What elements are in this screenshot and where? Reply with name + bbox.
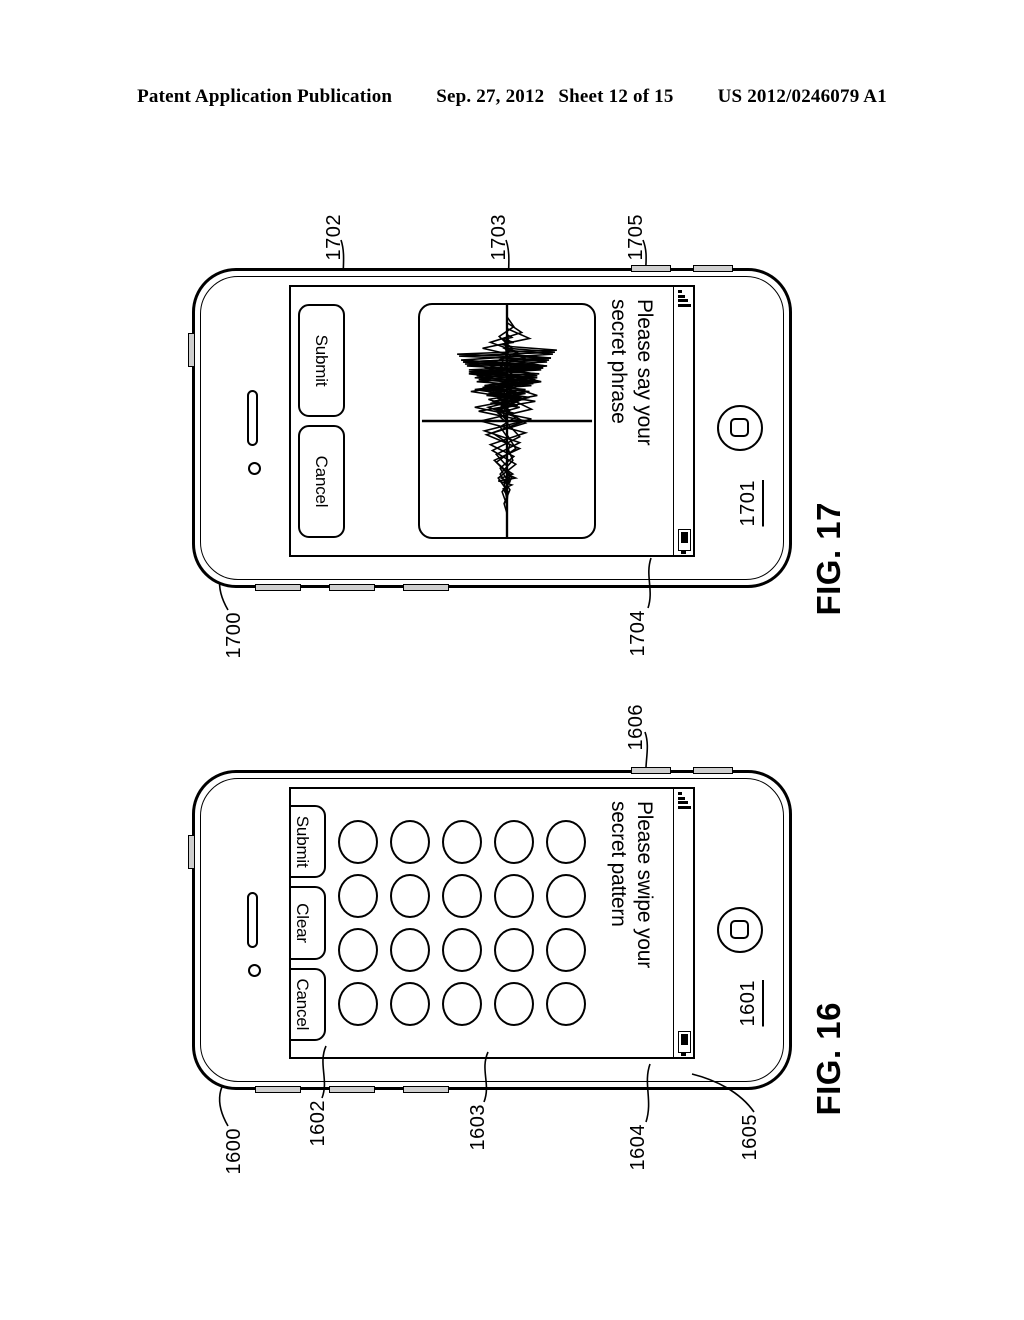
audio-waveform-icon bbox=[421, 305, 592, 537]
pattern-dot[interactable] bbox=[337, 874, 378, 918]
pattern-dot[interactable] bbox=[493, 820, 534, 864]
ref-numeral-1604: 1604 bbox=[627, 1124, 649, 1171]
earpiece-speaker-icon bbox=[247, 892, 258, 948]
pattern-dot[interactable] bbox=[545, 874, 586, 918]
pattern-dot[interactable] bbox=[441, 874, 482, 918]
figure-caption-16: FIG. 16 bbox=[810, 1002, 847, 1116]
phone-screen-1601: Please swipe your secret pattern Submit … bbox=[289, 787, 695, 1059]
ref-numeral-1606: 1606 bbox=[625, 704, 647, 751]
battery-icon bbox=[678, 1031, 691, 1053]
publication-header: Patent Application Publication Sep. 27, … bbox=[0, 86, 1024, 108]
battery-icon bbox=[678, 529, 691, 551]
pattern-dot[interactable] bbox=[389, 874, 430, 918]
ref-numeral-1603: 1603 bbox=[467, 1104, 489, 1151]
screen-body: Submit Cancel bbox=[291, 287, 600, 555]
volume-button[interactable] bbox=[188, 835, 195, 869]
home-button[interactable] bbox=[717, 405, 763, 451]
ref-numeral-1602: 1602 bbox=[307, 1100, 329, 1147]
prompt-line-2: secret pattern bbox=[607, 801, 631, 927]
cancel-button[interactable]: Cancel bbox=[291, 967, 326, 1041]
prompt-line-2: secret phrase bbox=[607, 299, 631, 424]
pattern-dot[interactable] bbox=[441, 982, 482, 1026]
clear-button[interactable]: Clear bbox=[291, 886, 326, 960]
pattern-dot[interactable] bbox=[493, 874, 534, 918]
prompt-text-1602: Please swipe your secret pattern bbox=[600, 789, 673, 1057]
front-camera-icon bbox=[248, 964, 261, 977]
phone-device-1700: Please say your secret phrase Submit Can… bbox=[188, 265, 792, 591]
top-vents bbox=[583, 265, 733, 272]
button-row: Submit Cancel bbox=[291, 295, 353, 547]
cancel-button[interactable]: Cancel bbox=[298, 425, 345, 538]
phone-screen-1701: Please say your secret phrase Submit Can… bbox=[289, 285, 695, 557]
pattern-dot-grid-1603[interactable] bbox=[334, 820, 586, 1026]
ref-numeral-1702: 1702 bbox=[323, 214, 345, 261]
prompt-line-1: Please say your bbox=[633, 299, 656, 446]
sheet-number: Sheet 12 of 15 bbox=[558, 86, 674, 107]
status-bar bbox=[673, 287, 693, 555]
figure-17: 1702 1703 1705 1700 Please say your secr… bbox=[0, 180, 1024, 700]
home-button[interactable] bbox=[717, 907, 763, 953]
ref-numeral-1600: 1600 bbox=[223, 1128, 245, 1175]
pattern-dot[interactable] bbox=[389, 928, 430, 972]
volume-button[interactable] bbox=[188, 333, 195, 367]
patent-number: US 2012/0246079 A1 bbox=[717, 86, 887, 107]
prompt-text-1702: Please say your secret phrase bbox=[600, 287, 673, 555]
prompt-line-1: Please swipe your bbox=[633, 801, 656, 969]
pattern-dot[interactable] bbox=[389, 820, 430, 864]
pattern-dot[interactable] bbox=[493, 982, 534, 1026]
status-bar bbox=[673, 789, 693, 1057]
pattern-dot[interactable] bbox=[441, 928, 482, 972]
top-vents bbox=[583, 767, 733, 774]
dock-vents bbox=[255, 584, 455, 591]
signal-bars-icon bbox=[678, 792, 691, 809]
submit-button[interactable]: Submit bbox=[291, 805, 326, 879]
ref-numeral-1703: 1703 bbox=[488, 214, 510, 261]
earpiece-speaker-icon bbox=[247, 390, 258, 446]
pattern-dot[interactable] bbox=[441, 820, 482, 864]
ref-numeral-1705: 1705 bbox=[625, 214, 647, 261]
publication-date: Sep. 27, 2012 bbox=[436, 86, 545, 107]
pattern-dot[interactable] bbox=[545, 982, 586, 1026]
figure-caption-17: FIG. 17 bbox=[810, 502, 847, 616]
ref-numeral-1701: 1701 bbox=[737, 480, 759, 527]
figure-16: 1606 1600 Please swipe your secret patte… bbox=[0, 680, 1024, 1240]
waveform-panel-1703 bbox=[417, 303, 596, 539]
ref-numeral-1605: 1605 bbox=[739, 1114, 761, 1161]
pattern-dot[interactable] bbox=[337, 928, 378, 972]
signal-bars-icon bbox=[678, 290, 691, 307]
submit-button[interactable]: Submit bbox=[298, 304, 345, 417]
phone-device-1600: Please swipe your secret pattern Submit … bbox=[188, 767, 792, 1093]
screen-body: Submit Clear Cancel bbox=[291, 789, 600, 1057]
pattern-dot[interactable] bbox=[337, 982, 378, 1026]
button-row: Submit Clear Cancel bbox=[291, 797, 334, 1049]
pattern-dot[interactable] bbox=[545, 820, 586, 864]
publication-title: Patent Application Publication bbox=[137, 86, 393, 107]
front-camera-icon bbox=[248, 462, 261, 475]
pattern-dot[interactable] bbox=[337, 820, 378, 864]
pattern-dot[interactable] bbox=[389, 982, 430, 1026]
dock-vents bbox=[255, 1086, 455, 1093]
pattern-dot[interactable] bbox=[545, 928, 586, 972]
pattern-dot[interactable] bbox=[493, 928, 534, 972]
ref-numeral-1704: 1704 bbox=[627, 610, 649, 657]
ref-numeral-1601: 1601 bbox=[737, 980, 759, 1027]
ref-numeral-1700: 1700 bbox=[223, 612, 245, 659]
